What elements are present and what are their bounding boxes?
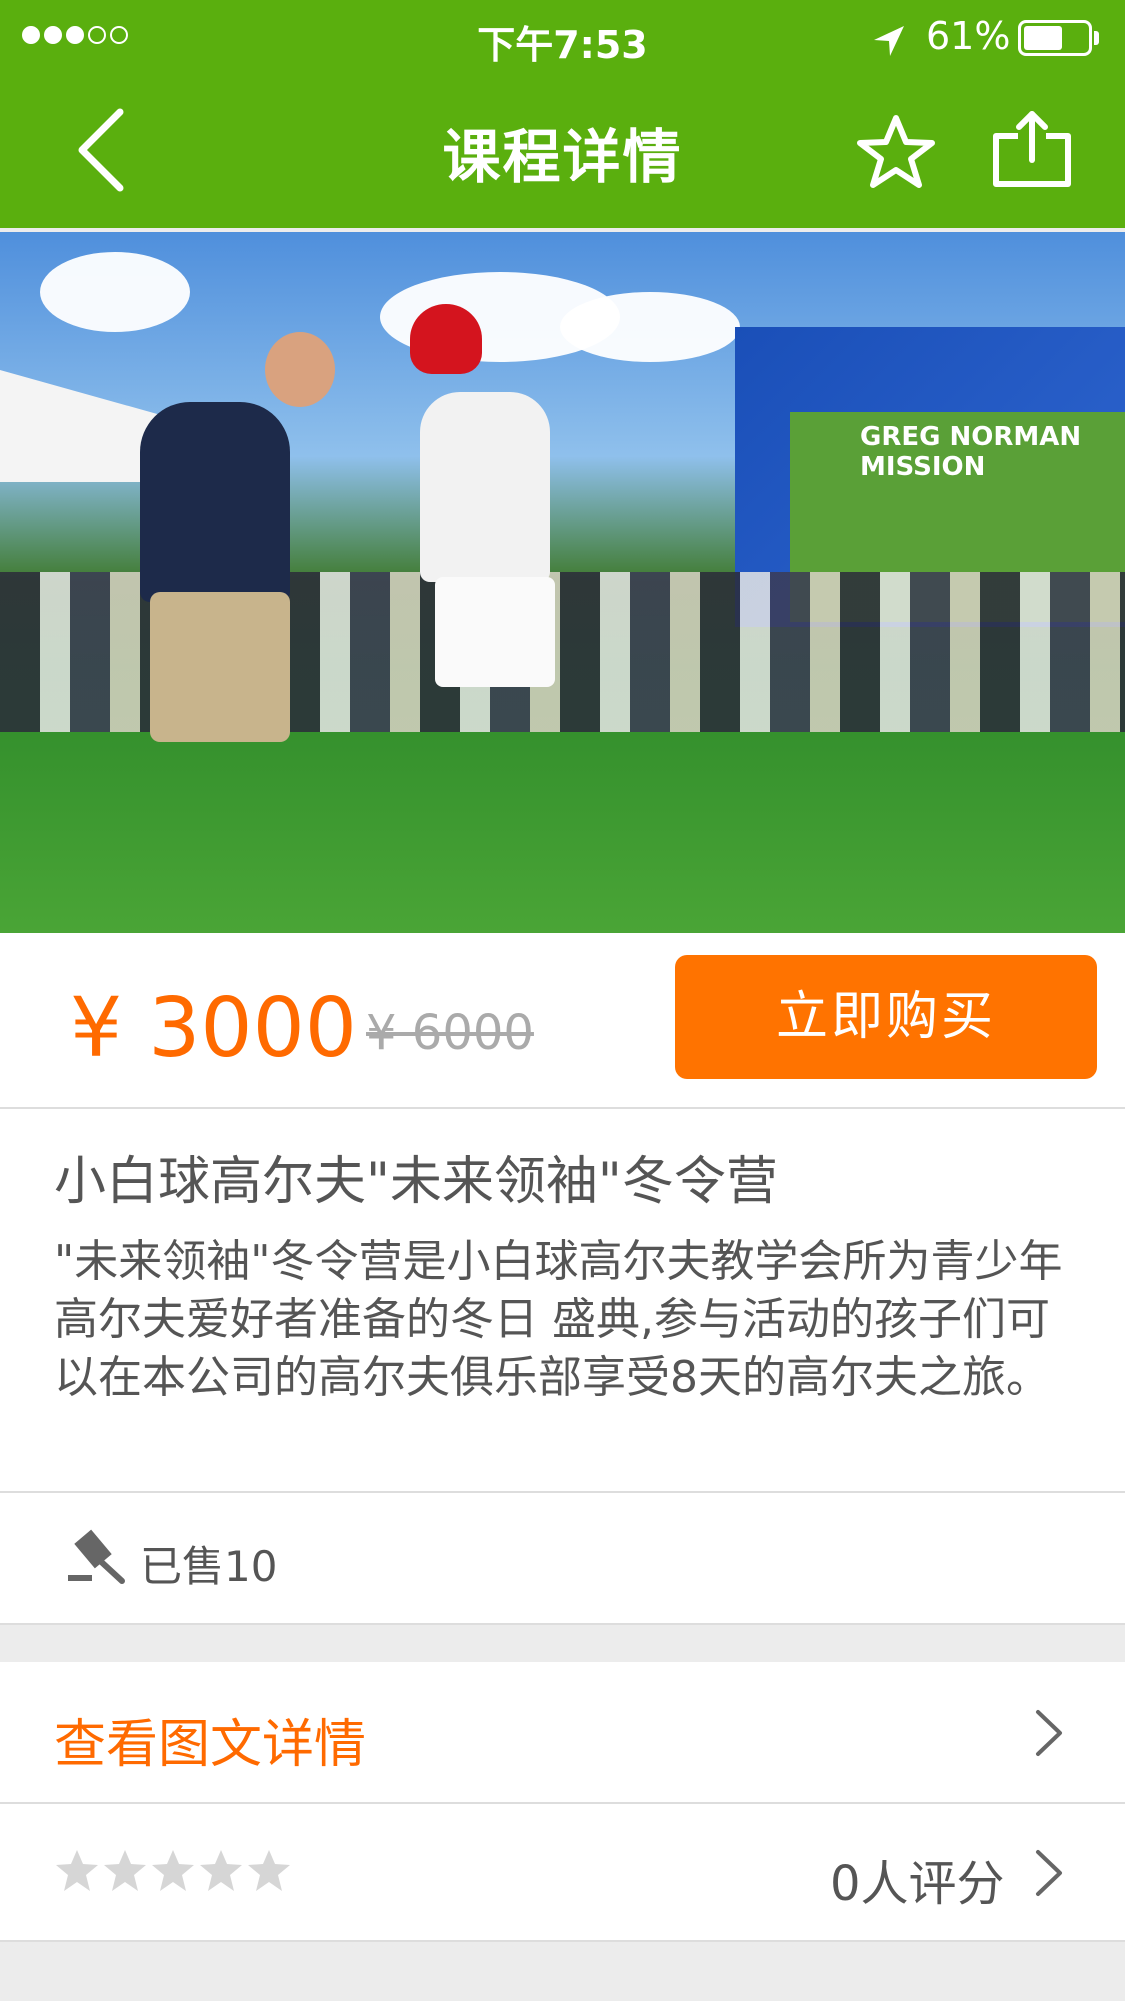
original-price: ¥ 6000 [366,1005,534,1061]
share-icon[interactable] [992,110,1072,188]
buy-now-button[interactable]: 立即购买 [675,955,1097,1079]
nav-header: 下午7:53 61% 课程详情 [0,0,1125,228]
favorite-star-icon[interactable] [856,114,936,190]
course-title: 小白球高尔夫"未来领袖"冬令营 [54,1152,778,1212]
coach-figure [140,402,290,602]
cloud-shape [40,252,190,332]
hero-image-carousel[interactable]: GREG NORMAN MISSION [0,232,1125,933]
junior-golfer-figure [420,392,550,582]
chevron-right-icon [1036,1710,1062,1756]
rating-row[interactable]: 0人评分 [0,1804,1125,1942]
course-info: 小白球高尔夫"未来领袖"冬令营 "未来领袖"冬令营是小白球高尔夫教学会所为青少年… [0,1109,1125,1493]
battery-icon [1018,20,1092,56]
coach-shorts [150,592,290,742]
star-icon [56,1850,98,1891]
junior-red-cap [410,304,482,374]
star-icon [104,1850,146,1891]
coach-head [265,332,335,407]
cloud-shape [560,292,740,362]
battery-percent: 61% [926,14,1011,58]
star-icon [152,1850,194,1891]
course-description: "未来领袖"冬令营是小白球高尔夫教学会所为青少年高尔夫爱好者准备的冬日 盛典,参… [54,1236,1063,1403]
view-details-row[interactable]: 查看图文详情 [0,1662,1125,1804]
view-details-label: 查看图文详情 [54,1715,367,1775]
current-price: ¥ 3000 [70,981,357,1076]
location-arrow-icon [874,26,904,56]
page-title: 课程详情 [442,123,683,191]
sales-row: 已售10 [0,1493,1125,1625]
junior-shorts [435,577,555,687]
rating-stars [54,1848,292,1894]
battery-tip [1094,31,1099,45]
chevron-right-icon [1036,1850,1062,1896]
price-row: ¥ 3000 ¥ 6000 立即购买 [0,933,1125,1109]
rating-count: 0人评分 [830,1856,1005,1912]
star-icon [200,1850,242,1891]
status-bar: 下午7:53 61% [0,0,1125,78]
event-banner-text: GREG NORMAN MISSION [860,422,1082,482]
star-icon [248,1850,290,1891]
sold-count: 已售10 [140,1542,278,1591]
auction-hammer-icon [68,1529,125,1584]
